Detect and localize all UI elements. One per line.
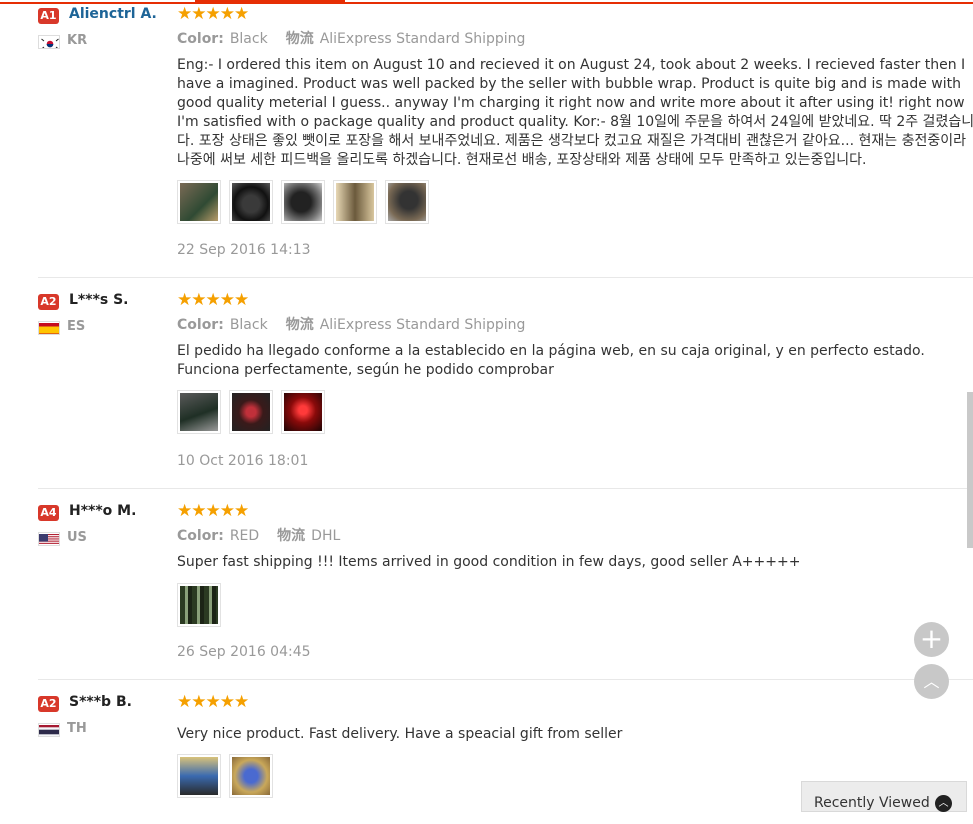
review-photo-thumbnail[interactable] [177,180,221,224]
color-value: RED [229,528,260,544]
flag-us-icon [38,532,60,546]
order-info: Color: Black 物流 AliExpress Standard Shippin… [177,28,543,48]
color-label: Color: [177,317,224,333]
buyer-level-badge: A2 [38,696,59,712]
review-photos [177,754,273,798]
review-date: 22 Sep 2016 14:13 [177,242,311,258]
add-button[interactable]: + [914,622,949,657]
shipping-value: AliExpress Standard Shipping [319,317,526,333]
review-text: Super fast shipping !!! Items arrived in… [177,554,801,570]
recently-viewed-label: Recently Viewed [814,795,930,811]
order-info: Color: Black 物流 AliExpress Standard Shippin… [177,314,543,334]
reviewer-name: S***b B. [69,694,132,710]
order-info: Color: RED 物流 DHL [177,525,358,545]
buyer-level-badge: A4 [38,505,59,521]
shipping-label: 物流 [285,31,314,47]
reviewer-country: TH [67,721,87,736]
review-date: 26 Sep 2016 04:45 [177,644,311,660]
shipping-value: AliExpress Standard Shipping [319,31,526,47]
review-photo-thumbnail[interactable] [281,180,325,224]
buyer-level-badge: A1 [38,8,59,24]
review-photo-thumbnail[interactable] [385,180,429,224]
color-value: Black [229,317,268,333]
shipping-label: 物流 [285,317,314,333]
reviewer-name[interactable]: Alienctrl A. [69,6,157,22]
rating-stars: ★★★★★ [177,501,249,521]
reviewer-country: KR [67,33,88,48]
review-date: 10 Oct 2016 18:01 [177,453,309,469]
review-photo-thumbnail[interactable] [177,754,221,798]
scrollbar-thumb[interactable] [967,392,973,548]
rating-stars: ★★★★★ [177,4,249,24]
review-item: A1 Alienctrl A. KR ★★★★★ Color: Black 物流 Al… [38,4,973,278]
flag-kr-icon [38,35,60,49]
color-value: Black [229,31,268,47]
recently-viewed-bar[interactable]: Recently Viewed ︿ [801,781,967,812]
tab-underline [0,0,973,4]
rating-stars: ★★★★★ [177,692,249,712]
reviewer-country: ES [67,319,86,334]
review-text: Eng:- I ordered this item on August 10 a… [177,57,973,168]
flag-es-icon [38,321,60,335]
plus-icon: + [919,622,944,655]
review-photo-thumbnail[interactable] [281,390,325,434]
review-photo-thumbnail[interactable] [177,390,221,434]
review-photos [177,583,221,627]
review-photo-thumbnail[interactable] [333,180,377,224]
review-photo-thumbnail[interactable] [229,390,273,434]
color-label: Color: [177,528,224,544]
review-photo-thumbnail[interactable] [229,180,273,224]
chevron-up-icon[interactable]: ︿ [935,795,952,812]
shipping-value: DHL [311,528,341,544]
reviewer-name: H***o M. [69,503,137,519]
review-photo-thumbnail[interactable] [177,583,221,627]
review-photos [177,180,429,224]
review-item: A2 L***s S. ES ★★★★★ Color: Black 物流 AliExp… [38,290,973,489]
rating-stars: ★★★★★ [177,290,249,310]
reviewer-name: L***s S. [69,292,129,308]
review-item: A4 H***o M. US ★★★★★ Color: RED 物流 DHL Supe… [38,501,973,680]
shipping-label: 物流 [277,528,306,544]
back-to-top-button[interactable]: ︿ [914,664,949,699]
review-photos [177,390,325,434]
review-text: El pedido ha llegado conforme a la estab… [177,343,925,378]
chevron-up-icon: ︿ [923,672,940,691]
review-photo-thumbnail[interactable] [229,754,273,798]
review-text: Very nice product. Fast delivery. Have a… [177,726,623,742]
reviewer-country: US [67,530,87,545]
buyer-level-badge: A2 [38,294,59,310]
flag-th-icon [38,723,60,737]
color-label: Color: [177,31,224,47]
